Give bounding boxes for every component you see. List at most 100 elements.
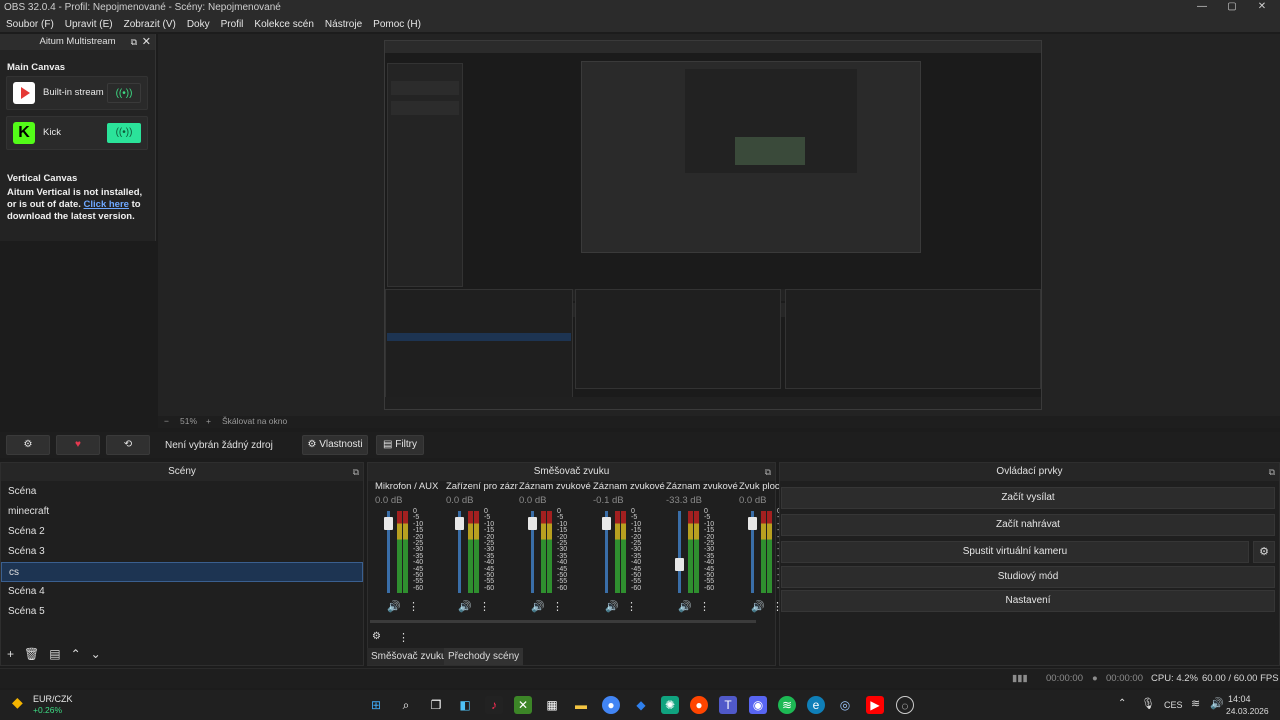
filters-button[interactable]: ▤ Filtry (376, 435, 424, 455)
close-icon[interactable]: ✕ (142, 34, 151, 50)
volume-fader-handle[interactable] (675, 558, 684, 572)
multistream-dock: Aitum Multistream ⧉ ✕ Main Canvas Built-… (0, 34, 156, 241)
more-icon[interactable]: ⋮ (479, 600, 490, 613)
menu-help[interactable]: Pomoc (H) (373, 19, 421, 30)
start-streaming-button[interactable]: Začít vysílat (781, 487, 1275, 509)
clock-time[interactable]: 14:04 (1228, 694, 1251, 704)
clock-date[interactable]: 24.03.2026 (1226, 706, 1269, 716)
menu-bar: Soubor (F) Upravit (E) Zobrazit (V) Doky… (0, 16, 1280, 32)
youtube-icon[interactable]: ▶ (866, 696, 884, 714)
folder-icon[interactable]: ▬ (572, 696, 590, 714)
language-indicator[interactable]: CES (1164, 700, 1183, 710)
menu-edit[interactable]: Upravit (E) (65, 19, 113, 30)
menu-view[interactable]: Zobrazit (V) (124, 19, 176, 30)
menu-file[interactable]: Soubor (F) (6, 19, 54, 30)
heart-refresh-icon[interactable]: ⟲ (106, 435, 150, 455)
store-icon[interactable]: ▦ (543, 696, 561, 714)
speaker-icon[interactable]: 🔊 (458, 600, 472, 613)
scene-item[interactable]: Scéna (1, 482, 363, 502)
undock-icon[interactable]: ⧉ (131, 34, 137, 50)
speaker-icon[interactable]: 🔊 (751, 600, 765, 613)
teams-icon[interactable]: T (719, 696, 737, 714)
tab-mixer[interactable]: Směšovač zvuku (367, 648, 451, 665)
chrome-icon[interactable]: ● (602, 696, 620, 714)
discord-icon[interactable]: ◉ (749, 696, 767, 714)
more-icon[interactable]: ⋮ (552, 600, 563, 613)
scene-filter-icon[interactable]: ▤ (49, 647, 60, 661)
zoom-in-button[interactable]: + (206, 416, 211, 426)
volume-fader-handle[interactable] (384, 517, 393, 531)
properties-button[interactable]: ⚙ Vlastnosti (302, 435, 368, 455)
menu-tools[interactable]: Nástroje (325, 19, 362, 30)
edge-icon[interactable]: e (807, 696, 825, 714)
click-here-link[interactable]: Click here (84, 199, 129, 210)
start-virtual-camera-button[interactable]: Spustit virtuální kameru (781, 541, 1249, 563)
wifi-icon[interactable]: ≋ (1191, 697, 1200, 710)
tab-transitions[interactable]: Přechody scény (444, 648, 524, 665)
undock-icon[interactable]: ⧉ (1269, 463, 1275, 481)
menu-scene-collection[interactable]: Kolekce scén (254, 19, 313, 30)
more-icon[interactable]: ⋮ (626, 600, 637, 613)
volume-fader-handle[interactable] (455, 517, 464, 531)
add-scene-icon[interactable]: + (7, 647, 14, 661)
undock-icon[interactable]: ⧉ (765, 463, 771, 481)
menu-docks[interactable]: Doky (187, 19, 210, 30)
volume-fader-handle[interactable] (748, 517, 757, 531)
mixer-channel: Mikrofon / AUX 0.0 dB 0 -5 -10 -15 -20 -25 -30 -3… (375, 481, 447, 621)
windows-start-icon[interactable]: ⊞ (367, 696, 385, 714)
stream-toggle-button[interactable]: ((•)) (107, 83, 141, 103)
more-icon[interactable]: ⋮ (408, 600, 419, 613)
scene-item[interactable]: Scéna 2 (1, 522, 363, 542)
speaker-icon[interactable]: 🔊 (678, 600, 692, 613)
reddit-icon[interactable]: ● (690, 696, 708, 714)
settings-button[interactable]: Nastavení (781, 590, 1275, 612)
volume-fader-handle[interactable] (602, 517, 611, 531)
speaker-icon[interactable]: 🔊 (531, 600, 545, 613)
gear-icon[interactable]: ⚙ (1253, 541, 1275, 563)
mixer-settings-icon[interactable]: ⚙ (372, 631, 381, 642)
start-recording-button[interactable]: Začít nahrávat (781, 514, 1275, 536)
obs-icon[interactable]: ◌ (896, 696, 914, 714)
close-button[interactable]: ✕ (1252, 1, 1272, 12)
scene-item-selected[interactable]: cs (1, 562, 363, 582)
chatgpt-icon[interactable]: ✺ (661, 696, 679, 714)
tiktok-icon[interactable]: ♪ (485, 696, 503, 714)
microphone-icon[interactable]: 🎙 (1141, 697, 1155, 710)
studio-mode-button[interactable]: Studiový mód (781, 566, 1275, 588)
xbox-icon[interactable]: ✕ (514, 696, 532, 714)
chevron-up-icon[interactable]: ⌃ (1118, 698, 1126, 709)
stream-toggle-button[interactable]: ((•)) (107, 123, 141, 143)
move-up-icon[interactable]: ⌃ (71, 647, 81, 661)
speaker-icon[interactable]: 🔊 (605, 600, 619, 613)
heart-icon[interactable]: ♥ (56, 435, 100, 455)
scale-to-window[interactable]: Škálovat na okno (222, 416, 287, 426)
more-icon[interactable]: ⋮ (398, 631, 409, 644)
dropbox-icon[interactable]: ◆ (632, 696, 650, 714)
trash-icon[interactable]: 🗑 (24, 647, 39, 661)
volume-fader-track[interactable] (678, 511, 681, 593)
scene-item[interactable]: Scéna 5 (1, 602, 363, 622)
more-icon[interactable]: ⋮ (699, 600, 710, 613)
steam-icon[interactable]: ◎ (836, 696, 854, 714)
app-icon[interactable]: ◧ (456, 696, 474, 714)
undock-icon[interactable]: ⧉ (353, 463, 359, 481)
move-down-icon[interactable]: ⌄ (91, 647, 101, 661)
mixer-scrollbar[interactable] (370, 620, 756, 623)
search-icon[interactable]: ⌕ (397, 696, 415, 714)
filters-label: Filtry (395, 439, 417, 450)
channel-db: -0.1 dB (593, 495, 624, 506)
gear-icon[interactable]: ⚙ (6, 435, 50, 455)
speaker-icon[interactable]: 🔊 (387, 600, 401, 613)
menu-profile[interactable]: Profil (221, 19, 244, 30)
volume-fader-handle[interactable] (528, 517, 537, 531)
scene-item[interactable]: Scéna 4 (1, 582, 363, 602)
ticker-name[interactable]: EUR/CZK (33, 694, 73, 704)
zoom-out-button[interactable]: − (164, 416, 169, 426)
scene-item[interactable]: Scéna 3 (1, 542, 363, 562)
maximize-button[interactable]: ▢ (1222, 1, 1242, 12)
scene-item[interactable]: minecraft (1, 502, 363, 522)
volume-icon[interactable]: 🔊 (1210, 697, 1224, 710)
task-view-icon[interactable]: ❐ (427, 696, 445, 714)
minimize-button[interactable]: — (1192, 1, 1212, 12)
spotify-icon[interactable]: ≋ (778, 696, 796, 714)
